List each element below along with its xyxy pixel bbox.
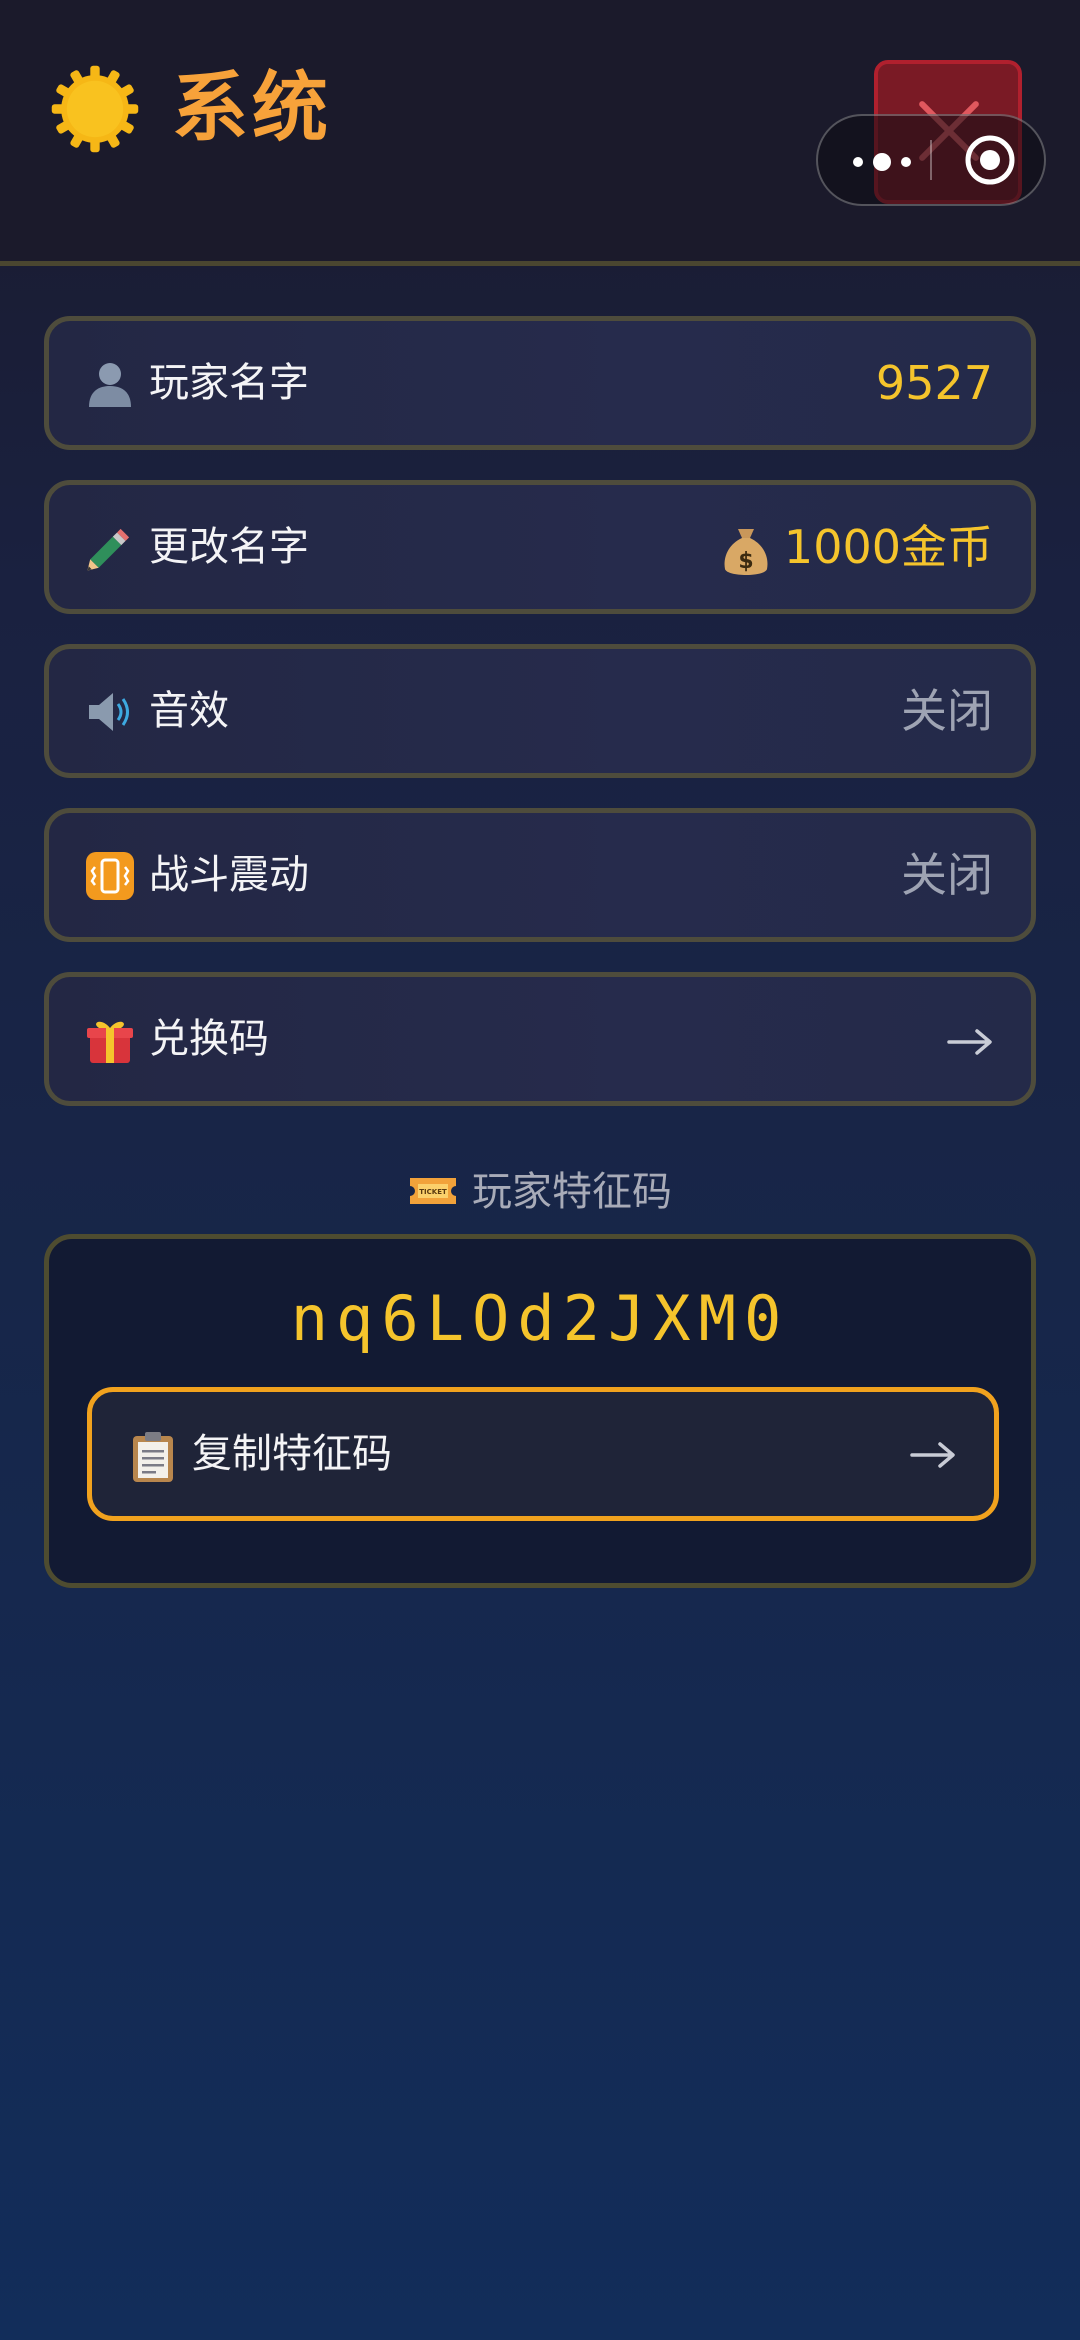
- arrow-right-icon: [947, 1029, 992, 1055]
- player-name-label: 玩家名字: [149, 360, 309, 406]
- ticket-icon: TICKET: [410, 1178, 456, 1204]
- pencil-icon: [87, 528, 130, 571]
- svg-text:$: $: [738, 549, 753, 574]
- rename-cost: 1000金币: [783, 520, 993, 574]
- battle-vibration-status[interactable]: 关闭: [901, 843, 993, 907]
- player-code-card: nq6LOd2JXM0 复制特征码: [44, 1234, 1036, 1588]
- player-code-heading: TICKET 玩家特征码: [0, 1160, 1080, 1224]
- copy-code-label: 复制特征码: [192, 1431, 392, 1477]
- capsule-divider: [930, 140, 932, 180]
- arrow-right-icon: [910, 1442, 955, 1468]
- copy-code-button[interactable]: 复制特征码: [87, 1387, 999, 1521]
- vibration-icon: [86, 852, 134, 900]
- svg-text:TICKET: TICKET: [419, 1188, 447, 1196]
- target-icon[interactable]: [964, 134, 1016, 186]
- battle-vibration-label: 战斗震动: [149, 852, 309, 898]
- more-dots-icon[interactable]: [848, 116, 916, 204]
- player-name-value: 9527: [875, 356, 993, 410]
- change-name-label: 更改名字: [149, 524, 309, 570]
- miniprogram-capsule: [816, 114, 1046, 206]
- player-code-heading-text: 玩家特征码: [472, 1169, 672, 1215]
- redeem-code-row[interactable]: 兑换码: [44, 972, 1036, 1106]
- clipboard-icon: [133, 1432, 173, 1482]
- speaker-icon: [89, 693, 129, 731]
- player-code-value: nq6LOd2JXM0: [290, 1282, 790, 1355]
- redeem-code-label: 兑换码: [149, 1016, 269, 1062]
- sound-effects-row[interactable]: 音效 关闭: [44, 644, 1036, 778]
- page-title: 系统: [172, 63, 332, 152]
- gear-icon: [51, 65, 139, 153]
- battle-vibration-row[interactable]: 战斗震动 关闭: [44, 808, 1036, 942]
- gift-icon: [87, 1021, 133, 1063]
- player-name-row: 玩家名字 9527: [44, 316, 1036, 450]
- header-bar: 系统: [0, 0, 1080, 266]
- sound-effects-label: 音效: [149, 688, 229, 734]
- user-silhouette-icon: [89, 363, 131, 407]
- change-name-row[interactable]: 更改名字 $ 1000金币: [44, 480, 1036, 614]
- sound-effects-status[interactable]: 关闭: [901, 679, 993, 743]
- money-bag-icon: $: [724, 529, 768, 575]
